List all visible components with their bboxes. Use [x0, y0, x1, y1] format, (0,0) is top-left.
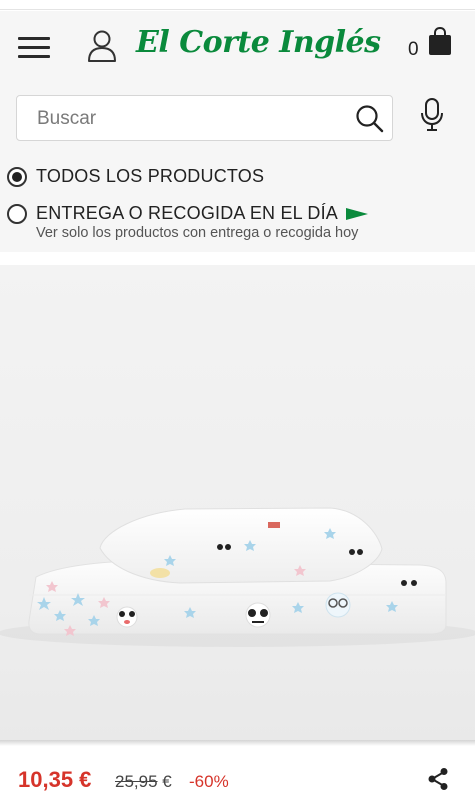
- hamburger-menu-icon[interactable]: [18, 35, 50, 61]
- same-day-note: Ver solo los productos con entrega o rec…: [36, 225, 359, 241]
- price-bar: 10,35 € 25,95 € -60%: [0, 746, 475, 811]
- original-price: 25,95 €: [115, 772, 172, 792]
- shopping-bag-icon: [428, 26, 452, 62]
- original-price-currency: €: [157, 772, 172, 791]
- cart-count: 0: [408, 39, 419, 60]
- filter-all-products-label: TODOS LOS PRODUCTOS: [36, 166, 265, 186]
- filter-same-day[interactable]: ENTREGA O RECOGIDA EN EL DÍA: [7, 203, 369, 224]
- divider: [0, 252, 475, 265]
- current-price: 10,35 €: [18, 767, 92, 792]
- green-flag-icon: [346, 207, 369, 220]
- search-box: [16, 95, 393, 141]
- cart-button[interactable]: 0: [408, 26, 458, 63]
- microphone-icon[interactable]: [418, 97, 446, 133]
- site-header: El Corte Inglés 0: [0, 11, 475, 81]
- bedding-set-photo[interactable]: [0, 265, 475, 740]
- search-bar-row: [0, 81, 475, 153]
- radio-unselected-icon[interactable]: [7, 203, 27, 224]
- user-icon[interactable]: [86, 28, 118, 64]
- status-strip: [0, 0, 475, 10]
- radio-selected-icon[interactable]: [7, 166, 27, 187]
- share-icon[interactable]: [427, 767, 449, 791]
- delivery-filter: TODOS LOS PRODUCTOS ENTREGA O RECOGIDA E…: [0, 153, 475, 252]
- filter-same-day-label: ENTREGA O RECOGIDA EN EL DÍA: [36, 203, 339, 223]
- discount-badge: -60%: [189, 772, 229, 791]
- el-corte-ingles-logo[interactable]: El Corte Inglés: [136, 19, 381, 77]
- magnifier-icon[interactable]: [355, 104, 385, 134]
- logo-text: El Corte Inglés: [136, 25, 381, 60]
- search-input[interactable]: [37, 106, 347, 132]
- original-price-amount: 25,95: [115, 772, 158, 791]
- filter-all-products[interactable]: TODOS LOS PRODUCTOS: [7, 166, 264, 187]
